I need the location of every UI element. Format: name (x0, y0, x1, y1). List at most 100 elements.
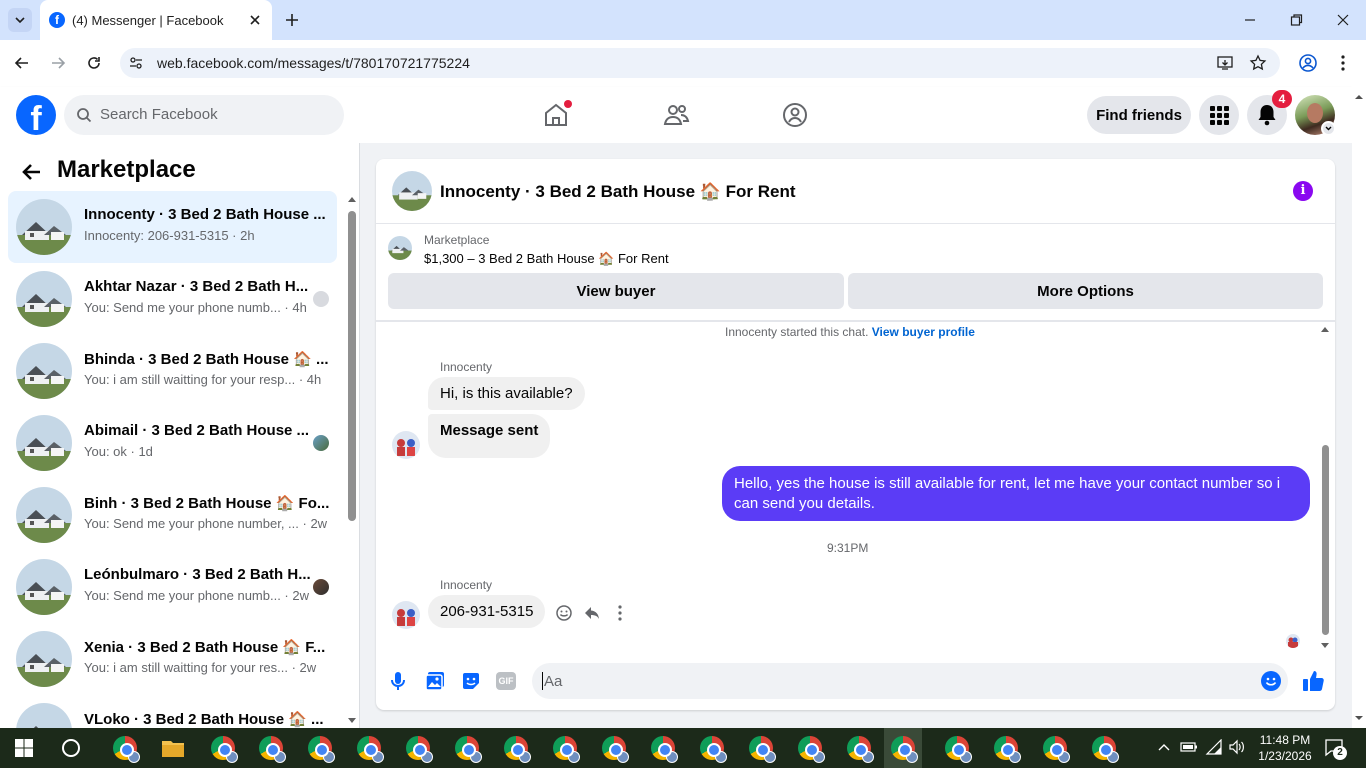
incoming-message[interactable]: 206-931-5315 (428, 595, 546, 628)
reload-icon[interactable] (84, 53, 104, 73)
install-app-icon[interactable] (1216, 54, 1234, 72)
conversation-item[interactable]: VLoko · 3 Bed 2 Bath House 🏠 ... (8, 695, 337, 728)
page-scrollbar[interactable] (1352, 87, 1366, 728)
chrome-window-icon[interactable] (795, 733, 825, 763)
chrome-window-icon[interactable] (550, 733, 580, 763)
taskbar-date: 1/23/2026 (1258, 749, 1312, 763)
browser-tab-active[interactable]: f (4) Messenger | Facebook (40, 0, 272, 40)
gif-icon[interactable]: GIF (496, 672, 516, 690)
listing-thumbnail (16, 271, 72, 327)
conversation-item[interactable]: Akhtar Nazar · 3 Bed 2 Bath H... You: Sen… (8, 263, 337, 335)
file-explorer-icon[interactable] (158, 733, 188, 763)
account-menu-chevron-icon[interactable] (1321, 121, 1336, 136)
chrome-window-icon[interactable] (697, 733, 727, 763)
groups-nav-icon[interactable] (780, 101, 810, 129)
menu-grid-button[interactable] (1199, 95, 1239, 135)
sender-avatar[interactable] (392, 601, 420, 629)
battery-icon[interactable] (1180, 741, 1198, 753)
profile-icon[interactable] (1297, 52, 1319, 74)
chrome-window-icon[interactable] (1089, 733, 1119, 763)
friends-nav-icon[interactable] (661, 101, 691, 129)
conversation-name: Leónbulmaro · 3 Bed 2 Bath H... (84, 566, 311, 583)
chrome-window-icon[interactable] (991, 733, 1021, 763)
conversation-item[interactable]: Binh · 3 Bed 2 Bath House 🏠 Fo... You: Se… (8, 479, 337, 551)
chrome-window-icon[interactable] (403, 733, 433, 763)
chrome-window-icon[interactable] (501, 733, 531, 763)
emoji-icon[interactable] (1261, 671, 1281, 691)
restore-icon[interactable] (1286, 10, 1306, 30)
outgoing-message[interactable]: Hello, yes the house is still available … (722, 466, 1310, 521)
forward-icon[interactable] (48, 53, 68, 73)
conversation-item[interactable]: Leónbulmaro · 3 Bed 2 Bath H... You: Send… (8, 551, 337, 623)
like-thumb-icon[interactable] (1301, 669, 1325, 693)
sidebar-scrollbar[interactable] (347, 195, 357, 725)
chrome-window-icon[interactable] (452, 733, 482, 763)
tab-close-icon[interactable] (246, 11, 264, 29)
reply-icon[interactable] (583, 604, 601, 622)
conversation-name: VLoko · 3 Bed 2 Bath House 🏠 ... (84, 711, 324, 728)
browser-menu-icon[interactable] (1335, 53, 1351, 73)
close-window-icon[interactable] (1333, 10, 1353, 30)
chrome-window-icon[interactable] (354, 733, 384, 763)
minimize-icon[interactable] (1240, 10, 1260, 30)
message-input[interactable]: Aa (532, 663, 1288, 699)
react-emoji-icon[interactable] (555, 604, 573, 622)
bookmark-star-icon[interactable] (1249, 54, 1267, 72)
seen-avatar (313, 579, 329, 595)
tab-search-button[interactable] (8, 8, 32, 32)
more-options-button[interactable]: More Options (848, 273, 1323, 309)
photo-icon[interactable] (424, 670, 446, 692)
view-buyer-button[interactable]: View buyer (388, 273, 844, 309)
view-buyer-profile-link[interactable]: View buyer profile (872, 325, 975, 339)
chrome-window-icon[interactable] (844, 733, 874, 763)
info-icon[interactable]: i (1293, 181, 1313, 201)
chat-panel: Innocenty · 3 Bed 2 Bath House 🏠 For Ren… (376, 159, 1335, 710)
search-input[interactable]: Search Facebook (64, 95, 344, 135)
windows-start-icon[interactable] (14, 738, 34, 758)
action-center-badge: 2 (1333, 746, 1347, 760)
facebook-logo-icon[interactable]: f (16, 95, 56, 135)
chrome-window-icon[interactable] (110, 733, 140, 763)
conversation-item[interactable]: Abimail · 3 Bed 2 Bath House ... You: ok … (8, 407, 337, 479)
conversation-name: Xenia · 3 Bed 2 Bath House 🏠 F... (84, 639, 326, 656)
microphone-icon[interactable] (388, 670, 408, 692)
address-bar[interactable]: web.facebook.com/messages/t/780170721775… (120, 48, 1280, 78)
chrome-window-icon[interactable] (1040, 733, 1070, 763)
chrome-window-icon[interactable] (942, 733, 972, 763)
chrome-window-icon[interactable] (599, 733, 629, 763)
message-timestamp: 9:31PM (827, 541, 869, 555)
conversation-item[interactable]: Innocenty · 3 Bed 2 Bath House ... Innoce… (8, 191, 337, 263)
conversation-item[interactable]: Xenia · 3 Bed 2 Bath House 🏠 F... You: i … (8, 623, 337, 695)
home-nav-icon[interactable] (540, 100, 572, 130)
back-arrow-icon[interactable] (20, 161, 44, 183)
conversation-item[interactable]: Bhinda · 3 Bed 2 Bath House 🏠 ... You: i … (8, 335, 337, 407)
chrome-window-icon[interactable] (305, 733, 335, 763)
incoming-message[interactable]: Hi, is this available? (428, 377, 585, 410)
chat-start-text: Innocenty started this chat. (725, 325, 869, 339)
back-icon[interactable] (12, 53, 32, 73)
chrome-window-icon[interactable] (208, 733, 238, 763)
search-circle-icon[interactable] (62, 739, 80, 757)
seen-avatar (313, 435, 329, 451)
incoming-message[interactable]: Message sent (428, 414, 551, 458)
volume-icon[interactable] (1228, 739, 1246, 755)
sender-avatar[interactable] (392, 431, 420, 459)
chrome-window-icon[interactable] (256, 733, 286, 763)
site-info-icon[interactable] (128, 55, 144, 71)
chrome-window-icon[interactable] (746, 733, 776, 763)
find-friends-button[interactable]: Find friends (1087, 96, 1191, 134)
taskbar-clock[interactable]: 11:48 PM 1/23/2026 (1254, 732, 1316, 764)
wifi-icon[interactable] (1205, 739, 1223, 755)
more-actions-icon[interactable] (612, 604, 628, 622)
chat-title[interactable]: Innocenty · 3 Bed 2 Bath House 🏠 For Ren… (440, 182, 796, 202)
chrome-window-icon[interactable] (884, 728, 922, 768)
tray-chevron-up-icon[interactable] (1157, 741, 1171, 753)
chat-scrollbar[interactable] (1320, 325, 1330, 650)
new-tab-icon[interactable] (282, 10, 302, 30)
chrome-window-icon[interactable] (648, 733, 678, 763)
listing-thumbnail[interactable] (388, 236, 412, 260)
sticker-icon[interactable] (460, 670, 482, 692)
sender-name: Innocenty (440, 578, 493, 592)
listing-detail[interactable]: $1,300 – 3 Bed 2 Bath House 🏠 For Rent (424, 251, 669, 267)
chat-header-avatar[interactable] (392, 171, 432, 211)
